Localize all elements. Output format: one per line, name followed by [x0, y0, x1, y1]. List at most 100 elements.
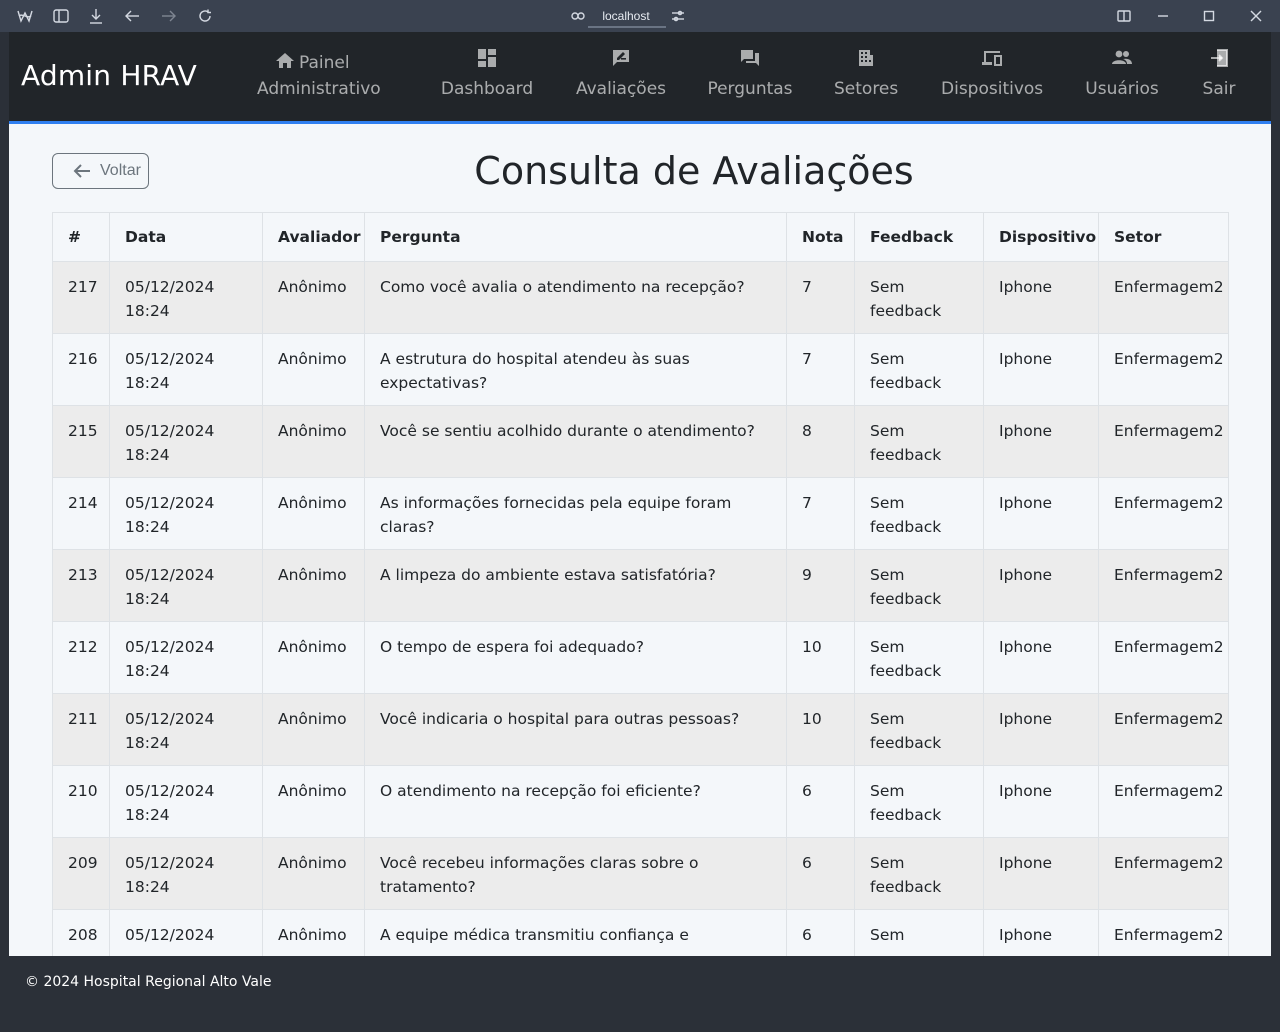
cell-id-text: 216 — [68, 350, 98, 368]
cell-question: Como você avalia o atendimento na recepç… — [364, 261, 787, 334]
cell-score: 9 — [786, 549, 855, 622]
nav-usuarios[interactable]: Usuários — [1085, 32, 1159, 121]
cell-evaluator-text: Anônimo — [278, 350, 347, 368]
sidebar-toggle-icon[interactable] — [51, 6, 71, 26]
cell-question: A limpeza do ambiente estava satisfatóri… — [364, 549, 787, 622]
cell-id: 212 — [52, 621, 110, 694]
cell-evaluator-text: Anônimo — [278, 926, 347, 944]
cell-device-text: Iphone — [999, 782, 1053, 800]
nav-painel-administrativo[interactable]: Painel Administrativo — [253, 32, 381, 121]
cell-date: 05/12/2024 18:24 — [109, 621, 263, 694]
cell-date-text: 05/12/2024 — [125, 566, 215, 584]
cell-score-text: 8 — [802, 422, 812, 440]
cell-question: O tempo de espera foi adequado? — [364, 621, 787, 694]
close-icon[interactable] — [1246, 6, 1266, 26]
cell-question-text: O tempo de espera foi adequado? — [380, 638, 644, 656]
nav-dispositivos[interactable]: Dispositivos — [941, 32, 1043, 121]
brand-title[interactable]: Admin HRAV — [21, 59, 197, 92]
nav-sair-label: Sair — [1202, 79, 1236, 99]
cell-device: Iphone — [983, 693, 1099, 766]
cell-sector-text: Enfermagem2 — [1114, 494, 1224, 512]
cell-sector: Enfermagem2 — [1098, 621, 1229, 694]
cell-sector: Enfermagem2 — [1098, 765, 1229, 838]
split-view-icon[interactable] — [1114, 6, 1134, 26]
forward-arrow-icon[interactable] — [159, 6, 179, 26]
cell-id-text: 211 — [68, 710, 98, 728]
cell-sector: Enfermagem2 — [1098, 837, 1229, 910]
cell-feedback-text: feedback — [870, 590, 942, 608]
cell-score: 10 — [786, 621, 855, 694]
nav-painel-label-1: Painel — [299, 53, 350, 73]
cell-score: 6 — [786, 765, 855, 838]
table-row: 212 05/12/2024 18:24 Anônimo O tempo de espe… — [52, 621, 1229, 694]
nav-dashboard[interactable]: Dashboard — [439, 32, 535, 121]
home-icon — [275, 52, 295, 74]
cell-id: 216 — [52, 333, 110, 406]
cell-evaluator: Anônimo — [262, 405, 365, 478]
minimize-icon[interactable] — [1153, 6, 1173, 26]
nav-painel-label-2: Administrativo — [257, 79, 381, 99]
table-row: 216 05/12/2024 18:24 Anônimo A estrutura do … — [52, 333, 1229, 406]
cell-feedback: Sem feedback — [854, 621, 984, 694]
table-header-row: # Data Avaliador Pergunta Nota Feedback … — [52, 212, 1229, 262]
cell-score-text: 10 — [802, 638, 822, 656]
cell-feedback-text: feedback — [870, 662, 942, 680]
cell-feedback-text: Sem — [870, 494, 905, 512]
browser-logo-icon[interactable] — [15, 6, 35, 26]
site-settings-icon[interactable] — [668, 6, 688, 26]
cell-score-text: 6 — [802, 854, 812, 872]
cell-device-text: Iphone — [999, 494, 1053, 512]
address-bar[interactable]: localhost — [566, 4, 686, 28]
link-icon — [568, 6, 588, 26]
nav-avaliacoes[interactable]: Avaliações — [575, 32, 667, 121]
cell-evaluator-text: Anônimo — [278, 638, 347, 656]
cell-id: 217 — [52, 261, 110, 334]
cell-feedback: Sem feedback — [854, 549, 984, 622]
cell-question: Você indicaria o hospital para outras pe… — [364, 693, 787, 766]
column-header-nota: Nota — [786, 212, 855, 262]
cell-feedback: Sem feedback — [854, 693, 984, 766]
evaluations-table: # Data Avaliador Pergunta Nota Feedback … — [52, 212, 1229, 982]
nav-setores[interactable]: Setores — [834, 32, 898, 121]
reload-icon[interactable] — [195, 6, 215, 26]
maximize-icon[interactable] — [1199, 6, 1219, 26]
cell-device: Iphone — [983, 621, 1099, 694]
cell-id: 210 — [52, 765, 110, 838]
cell-id: 209 — [52, 837, 110, 910]
cell-feedback-text: Sem — [870, 782, 905, 800]
cell-date: 05/12/2024 18:24 — [109, 333, 263, 406]
nav-sair[interactable]: Sair — [1199, 32, 1239, 121]
cell-question-text: Você indicaria o hospital para outras pe… — [380, 710, 740, 728]
cell-date-text: 18:24 — [125, 518, 170, 536]
cell-score-text: 7 — [802, 350, 812, 368]
cell-feedback-text: Sem — [870, 926, 905, 944]
cell-sector-text: Enfermagem2 — [1114, 422, 1224, 440]
navbar: Admin HRAV Painel Administrativo Dashboa… — [9, 32, 1271, 124]
cell-date: 05/12/2024 18:24 — [109, 477, 263, 550]
cell-feedback: Sem feedback — [854, 405, 984, 478]
cell-date-text: 05/12/2024 — [125, 494, 215, 512]
cell-question: O atendimento na recepção foi eficiente? — [364, 765, 787, 838]
cell-feedback-text: Sem — [870, 350, 905, 368]
cell-sector: Enfermagem2 — [1098, 261, 1229, 334]
cell-device-text: Iphone — [999, 422, 1053, 440]
cell-question: A estrutura do hospital atendeu às suas … — [364, 333, 787, 406]
cell-score-text: 9 — [802, 566, 812, 584]
people-icon — [1085, 49, 1159, 69]
logout-icon — [1199, 49, 1239, 69]
table-row: 211 05/12/2024 18:24 Anônimo Você indicaria … — [52, 693, 1229, 766]
cell-sector: Enfermagem2 — [1098, 549, 1229, 622]
cell-device: Iphone — [983, 549, 1099, 622]
cell-date: 05/12/2024 18:24 — [109, 405, 263, 478]
cell-device: Iphone — [983, 261, 1099, 334]
nav-setores-label: Setores — [834, 79, 899, 99]
nav-perguntas[interactable]: Perguntas — [706, 32, 794, 121]
cell-date: 05/12/2024 18:24 — [109, 549, 263, 622]
cell-id-text: 208 — [68, 926, 98, 944]
back-arrow-icon[interactable] — [122, 6, 142, 26]
cell-device: Iphone — [983, 333, 1099, 406]
cell-id-text: 213 — [68, 566, 98, 584]
footer-copyright: © 2024 Hospital Regional Alto Vale — [25, 974, 272, 990]
download-icon[interactable] — [86, 6, 106, 26]
table-row: 210 05/12/2024 18:24 Anônimo O atendimento n… — [52, 765, 1229, 838]
